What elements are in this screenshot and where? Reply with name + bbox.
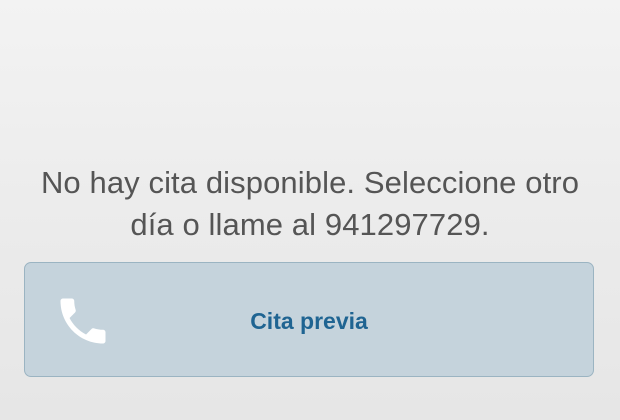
cita-previa-button[interactable]: Cita previa [24,262,594,377]
message-line-1: No hay cita disponible. Seleccione otro [40,165,580,200]
no-appointment-message: No hay cita disponible. Seleccione otro … [0,162,620,246]
cita-previa-label: Cita previa [250,308,368,334]
message-line-2: día o llame al 941297729. [130,207,490,242]
appointment-screen: No hay cita disponible. Seleccione otro … [0,0,620,420]
